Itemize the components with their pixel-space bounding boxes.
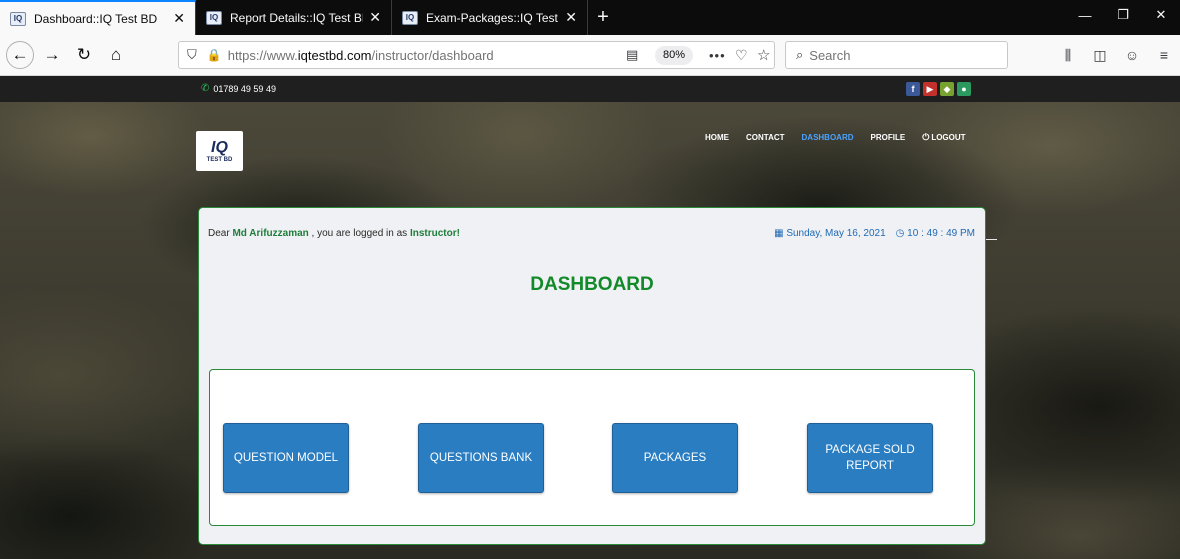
youtube-icon[interactable]: ▶ <box>923 82 937 96</box>
nav-profile[interactable]: PROFILE <box>871 132 906 143</box>
search-input[interactable]: ⌕ Search <box>785 41 1008 69</box>
power-icon: ⏻ <box>922 132 930 142</box>
phone-number: 01789 49 59 49 <box>213 83 276 94</box>
url-bar[interactable]: ⛉ 🔒 https://www.iqtestbd.com/instructor/… <box>178 41 775 69</box>
window-controls: — ❐ ✕ <box>1066 0 1180 30</box>
tab-label: Report Details::IQ Test BD <box>230 10 364 25</box>
android-icon[interactable]: ◆ <box>940 82 954 96</box>
tab-label: Dashboard::IQ Test BD <box>34 11 158 26</box>
lock-icon[interactable]: 🔒 <box>207 48 222 62</box>
nav-home[interactable]: HOME <box>705 132 729 143</box>
other-icon[interactable]: ● <box>957 82 971 96</box>
tracking-shield-icon[interactable]: ⛉ <box>187 47 197 63</box>
action-panel: QUESTION MODEL QUESTIONS BANK PACKAGES P… <box>209 369 975 526</box>
close-icon[interactable]: ✕ <box>565 9 577 26</box>
sidebar-icon[interactable]: ◫ <box>1084 42 1116 68</box>
close-icon[interactable]: ✕ <box>369 9 381 26</box>
nav-contact[interactable]: CONTACT <box>746 132 785 143</box>
pocket-icon[interactable]: ♡ <box>735 47 748 64</box>
site-favicon-icon: IQ <box>206 10 222 25</box>
date-display: ▦ Sunday, May 16, 2021 <box>774 228 886 239</box>
greeting-text: Dear Md Arifuzzaman , you are logged in … <box>208 228 460 239</box>
facebook-icon[interactable]: f <box>906 82 920 96</box>
phone-contact: ✆ 01789 49 59 49 <box>201 83 276 94</box>
forward-button[interactable]: → <box>38 41 66 69</box>
date-time: ▦ Sunday, May 16, 2021 ◷ 10 : 49 : 49 PM <box>774 228 975 239</box>
clock-icon: ◷ <box>895 228 905 239</box>
tab-dashboard[interactable]: IQ Dashboard::IQ Test BD ✕ <box>0 0 196 35</box>
user-name: Md Arifuzzaman <box>232 228 309 239</box>
minimize-icon[interactable]: — <box>1066 0 1104 30</box>
url-text[interactable]: https://www.iqtestbd.com/instructor/dash… <box>228 48 494 63</box>
question-model-button[interactable]: QUESTION MODEL <box>223 423 349 493</box>
tab-report-details[interactable]: IQ Report Details::IQ Test BD ✕ <box>196 0 392 35</box>
bookmark-star-icon[interactable]: ☆ <box>757 46 770 64</box>
page-actions-icon[interactable]: ••• <box>709 48 726 63</box>
user-role: Instructor! <box>409 228 460 239</box>
divider <box>986 239 997 240</box>
home-button[interactable]: ⌂ <box>102 41 130 69</box>
search-icon: ⌕ <box>796 47 804 62</box>
reload-button[interactable]: ↻ <box>70 41 98 69</box>
time-display: ◷ 10 : 49 : 49 PM <box>895 228 975 239</box>
social-links: f ▶ ◆ ● <box>906 82 971 96</box>
top-info-bar: ✆ 01789 49 59 49 f ▶ ◆ ● <box>0 76 1180 102</box>
phone-icon: ✆ <box>201 83 210 94</box>
web-page: ✆ 01789 49 59 49 f ▶ ◆ ● IQ TEST BD HOME… <box>0 76 1180 559</box>
menu-icon[interactable]: ≡ <box>1148 42 1180 68</box>
site-favicon-icon: IQ <box>10 11 26 26</box>
close-icon[interactable]: ✕ <box>173 10 185 27</box>
site-favicon-icon: IQ <box>402 10 418 25</box>
packages-button[interactable]: PACKAGES <box>612 423 738 493</box>
tab-exam-packages[interactable]: IQ Exam-Packages::IQ Test BD ✕ <box>392 0 588 35</box>
nav-dashboard[interactable]: DASHBOARD <box>802 132 854 143</box>
package-sold-report-button[interactable]: PACKAGE SOLD REPORT <box>807 423 933 493</box>
nav-logout[interactable]: ⏻ LOGOUT <box>922 132 965 143</box>
back-button[interactable]: ← <box>6 41 34 69</box>
calendar-icon: ▦ <box>774 228 784 239</box>
toolbar-right: ⫼ ◫ ☺ ≡ <box>1052 42 1180 68</box>
close-window-icon[interactable]: ✕ <box>1142 0 1180 30</box>
site-logo[interactable]: IQ TEST BD <box>196 131 243 171</box>
questions-bank-button[interactable]: QUESTIONS BANK <box>418 423 544 493</box>
navigation-bar: ← → ↻ ⌂ ⛉ 🔒 https://www.iqtestbd.com/ins… <box>0 35 1180 76</box>
library-icon[interactable]: ⫼ <box>1052 42 1084 68</box>
main-nav: HOME CONTACT DASHBOARD PROFILE ⏻ LOGOUT <box>705 132 983 143</box>
zoom-level-badge[interactable]: 80% <box>655 46 694 65</box>
restore-icon[interactable]: ❐ <box>1104 0 1142 30</box>
search-placeholder: Search <box>809 47 851 63</box>
dashboard-card: Dear Md Arifuzzaman , you are logged in … <box>198 207 986 545</box>
tab-strip: IQ Dashboard::IQ Test BD ✕ IQ Report Det… <box>0 0 1180 35</box>
tab-label: Exam-Packages::IQ Test BD <box>426 10 559 25</box>
account-icon[interactable]: ☺ <box>1116 42 1148 68</box>
new-tab-button[interactable]: + <box>588 0 618 35</box>
page-title: DASHBOARD <box>530 274 654 295</box>
reader-view-icon[interactable]: ▤ <box>626 47 638 63</box>
